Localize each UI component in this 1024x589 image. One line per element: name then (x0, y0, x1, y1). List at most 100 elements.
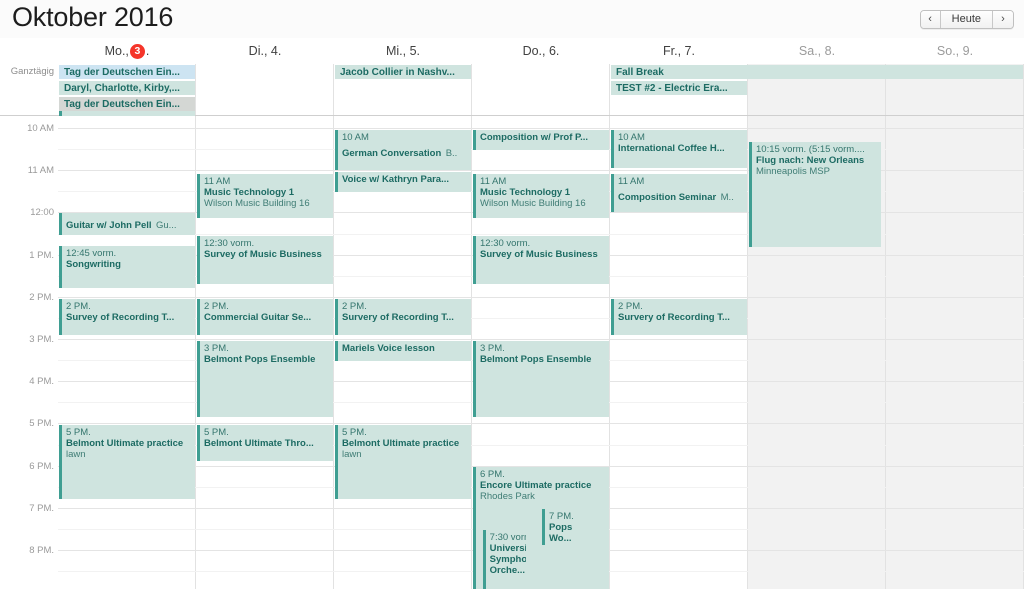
day-header-5[interactable]: Sa., 8. (748, 38, 886, 64)
day-column-0[interactable] (58, 116, 196, 589)
day-header-2[interactable]: Mi., 5. (334, 38, 472, 64)
calendar-event[interactable]: 2 PM. Survey of Recording T... (59, 299, 195, 335)
calendar-event[interactable]: Guitar w/ John Pell Gu... (59, 213, 195, 235)
day-label: Sa., 8. (798, 44, 836, 58)
event-time: 12:30 vorm. (204, 238, 255, 249)
toolbar: Oktober 2016 ‹ Heute › (0, 0, 1024, 38)
hour-gridline (58, 128, 1024, 129)
calendar-event[interactable]: 11 AM Music Technology 1 Wilson Music Buil… (197, 174, 333, 218)
event-title: Belmont Ultimate practice (342, 438, 460, 450)
event-time: 7:30 vorm. (489, 532, 526, 543)
calendar-app: Oktober 2016 ‹ Heute › Mo., 3. Di., 4. Mi.… (0, 0, 1024, 589)
event-title: Composition w/ Prof P... (480, 132, 589, 143)
calendar-event[interactable]: Composition w/ Prof P... (473, 130, 609, 150)
day-label-suffix: . (145, 44, 150, 58)
time-tick: 5 PM. (29, 418, 54, 430)
event-title: Survey of Music Business (204, 249, 322, 261)
event-title: Songwriting (66, 259, 121, 271)
event-title: Fall Break (616, 66, 664, 78)
all-day-event[interactable]: Jacob Collier in Nashv... (335, 65, 471, 79)
day-header-4[interactable]: Fr., 7. (610, 38, 748, 64)
time-gutter: 10 AM 11 AM 12:00 1 PM. 2 PM. 3 PM. 4 PM. 5 PM.… (0, 116, 58, 589)
event-location: Rhodes Park (480, 491, 535, 503)
event-title: Guitar w/ John Pell (66, 220, 152, 231)
day-label: Mi., 5. (385, 44, 421, 58)
previous-week-button[interactable]: ‹ (920, 11, 941, 28)
event-title: Music Technology 1 (204, 187, 295, 199)
event-time: 11 AM (480, 176, 507, 187)
day-label: Fr., 7. (663, 44, 695, 58)
day-header-6[interactable]: So., 9. (886, 38, 1024, 64)
calendar-event[interactable]: Mariels Voice lesson (335, 341, 471, 361)
calendar-event[interactable]: 2 PM. Survery of Recording T... (335, 299, 471, 335)
calendar-event[interactable]: 5 PM. Belmont Ultimate practice lawn (59, 425, 195, 499)
event-title: Voice w/ Kathryn Para... (342, 174, 450, 185)
calendar-event[interactable]: 10 AM German Conversation B.. (335, 130, 471, 170)
event-title: Survey of Recording T... (66, 312, 175, 324)
all-day-event[interactable]: Tag der Deutschen Ein... (59, 97, 195, 111)
event-title: International Coffee H... (618, 143, 725, 155)
event-time: 2 PM. (618, 301, 643, 312)
event-time: 3 PM. (480, 343, 505, 354)
event-title: Commercial Guitar Se... (204, 312, 312, 324)
time-tick: 4 PM. (29, 376, 54, 388)
calendar-event[interactable]: 5 PM. Belmont Ultimate Thro... (197, 425, 333, 461)
time-tick: 12:00 (30, 207, 54, 219)
all-day-event[interactable]: Fall Break (611, 65, 1023, 79)
all-day-event[interactable]: TEST #2 - Electric Era... (611, 81, 747, 95)
all-day-column-3[interactable] (472, 64, 610, 115)
event-time: 10 AM (618, 132, 645, 143)
event-location: Wilson Music Building 16 (480, 198, 586, 210)
event-title: German Conversation (342, 148, 442, 160)
event-title: Tag der Deutschen Ein... (64, 66, 180, 78)
day-header-1[interactable]: Di., 4. (196, 38, 334, 64)
event-title: Daryl, Charlotte, Kirby,... (64, 82, 180, 94)
event-location: Minneapolis MSP (756, 166, 830, 178)
event-title: Tag der Deutschen Ein... (64, 98, 180, 110)
all-day-event[interactable]: Tag der Deutschen Ein... (59, 65, 195, 79)
event-title: Jacob Collier in Nashv... (340, 66, 455, 78)
time-tick: 7 PM. (29, 502, 54, 514)
time-tick: 3 PM. (29, 334, 54, 345)
event-title: Belmont Ultimate Thro... (204, 438, 314, 450)
event-title: Survery of Recording T... (342, 312, 454, 324)
day-header-0[interactable]: Mo., 3. (58, 38, 196, 64)
day-column-6[interactable] (886, 116, 1024, 589)
event-title: Composition Seminar (618, 192, 717, 204)
calendar-event[interactable]: 7 PM. Pops Wo... (542, 509, 600, 545)
event-location: lawn (342, 449, 362, 461)
event-time: 3 PM. (204, 343, 229, 354)
next-week-button[interactable]: › (993, 11, 1013, 28)
all-day-label: Ganztägig (10, 66, 54, 77)
event-title: Encore Ultimate practice (480, 480, 592, 492)
calendar-event[interactable]: 10 AM International Coffee H... (611, 130, 747, 168)
day-label: Di., 4. (248, 44, 282, 58)
calendar-event[interactable]: 11 AM Composition Seminar M.. (611, 174, 747, 212)
event-time: 2 PM. (204, 301, 229, 312)
event-title: Survery of Recording T... (618, 312, 730, 324)
calendar-event[interactable]: 12:30 vorm. Survey of Music Business (197, 236, 333, 284)
calendar-event[interactable]: 12:45 vorm. Songwriting (59, 246, 195, 288)
event-location: Gu... (155, 220, 177, 231)
today-date-badge: 3 (129, 43, 145, 59)
calendar-event[interactable]: 3 PM. Belmont Pops Ensemble (473, 341, 609, 417)
event-time: 5 PM. (342, 427, 367, 438)
calendar-event[interactable]: Voice w/ Kathryn Para... (335, 172, 471, 192)
all-day-event[interactable]: Daryl, Charlotte, Kirby,... (59, 81, 195, 95)
calendar-event[interactable]: 5 PM. Belmont Ultimate practice lawn (335, 425, 471, 499)
calendar-event[interactable]: 10:15 vorm. (5:15 vorm.... Flug nach: New… (749, 142, 881, 247)
calendar-event[interactable]: 2 PM. Survery of Recording T... (611, 299, 747, 335)
event-title: Belmont Ultimate practice (66, 438, 184, 450)
calendar-event[interactable]: 2 PM. Commercial Guitar Se... (197, 299, 333, 335)
calendar-event[interactable]: 7:30 vorm.University Symphony Orche... (482, 530, 529, 589)
today-button[interactable]: Heute (940, 11, 993, 28)
event-time: 11 AM (618, 176, 645, 187)
calendar-event[interactable]: 12:30 vorm. Survey of Music Business (473, 236, 609, 284)
event-time: 2 PM. (66, 301, 91, 312)
day-header-3[interactable]: Do., 6. (472, 38, 610, 64)
day-label: So., 9. (936, 44, 974, 58)
calendar-event[interactable]: 11 AM Music Technology 1 Wilson Music Buil… (473, 174, 609, 218)
event-title: University Symphony Orche... (489, 543, 526, 577)
calendar-event[interactable]: 3 PM. Belmont Pops Ensemble (197, 341, 333, 417)
all-day-column-1[interactable] (196, 64, 334, 115)
